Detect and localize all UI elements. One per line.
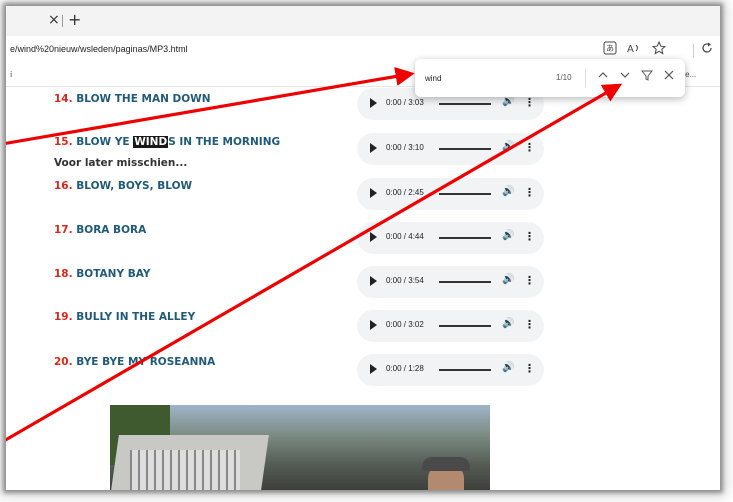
browser-window: × + e/wind%20nieuw/wsleden/paginas/MP3.h… (6, 6, 720, 490)
annotation-arrows (6, 66, 623, 442)
annotation-arrow (6, 83, 623, 442)
annotation-arrow (6, 66, 415, 145)
